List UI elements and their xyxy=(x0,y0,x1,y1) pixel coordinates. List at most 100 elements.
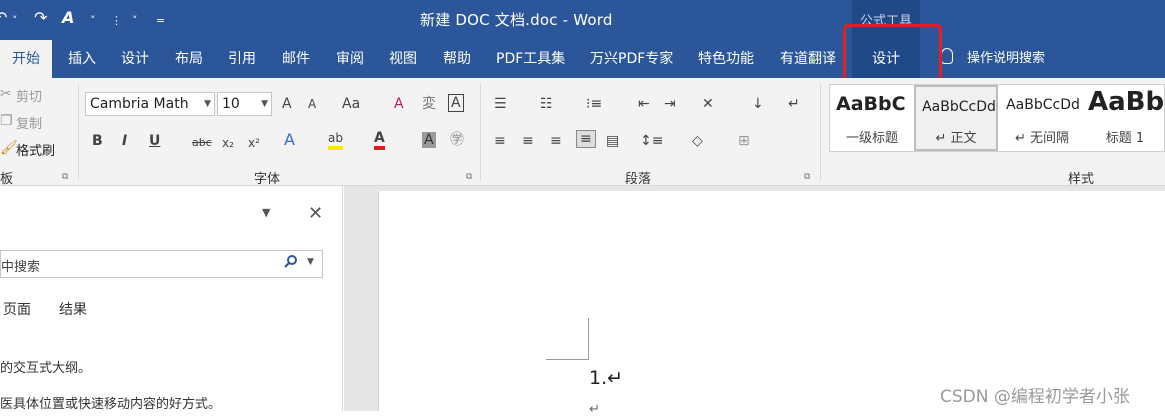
format-painter-button[interactable]: 格式刷 xyxy=(16,140,55,159)
underline-button[interactable]: U xyxy=(149,133,160,149)
char-border-icon[interactable]: A xyxy=(448,94,464,112)
close-icon[interactable]: ✕ xyxy=(308,203,323,224)
tab-view[interactable]: 视图 xyxy=(383,40,423,78)
style-name: ↵ 无间隔 xyxy=(1014,131,1070,146)
font-color-icon[interactable]: A xyxy=(374,130,385,150)
style-sample: AaBbC xyxy=(836,93,906,115)
italic-button[interactable]: I xyxy=(122,133,127,149)
tell-me-search[interactable]: 操作说明搜索 xyxy=(961,40,1051,78)
multilevel-list-icon[interactable]: ⁝≡ xyxy=(586,96,602,112)
styles-group-label: 样式 xyxy=(1068,172,1095,187)
style-normal[interactable]: AaBbCcDd ↵ 正文 xyxy=(914,85,998,151)
style-heading-level1[interactable]: AaBbC 一级标题 xyxy=(830,85,914,151)
bold-button[interactable]: B xyxy=(92,133,103,149)
distribute-icon[interactable]: ▤ xyxy=(606,133,619,149)
list-item[interactable]: 1.↵ xyxy=(589,367,623,389)
nav-search-box[interactable]: 中搜索 ▼ xyxy=(0,250,323,278)
tab-pages[interactable]: 页面 xyxy=(3,299,31,319)
style-no-spacing[interactable]: AaBbCcDd ↵ 无间隔 xyxy=(1000,85,1084,151)
custom-qa-icon[interactable]: ⋮ xyxy=(111,11,122,31)
clipboard-launcher-icon[interactable]: ⧉ xyxy=(62,172,68,182)
highlight-color-icon[interactable]: ab xyxy=(328,130,343,150)
custom-dropdown-icon[interactable]: ˅ xyxy=(132,11,138,31)
copy-button[interactable]: 复制 xyxy=(16,113,42,132)
undo-icon[interactable]: ↶ xyxy=(0,8,7,28)
redo-icon[interactable]: ↷ xyxy=(34,8,47,28)
tab-results[interactable]: 结果 xyxy=(59,299,87,319)
tab-review[interactable]: 审阅 xyxy=(330,40,370,78)
style-name: 标题 1 xyxy=(1105,131,1145,146)
format-dropdown-icon[interactable]: ˅ xyxy=(90,11,96,31)
format-painter-icon[interactable]: A xyxy=(62,8,74,28)
scissors-icon: ✂ xyxy=(0,86,12,102)
paragraph-mark: ↵ xyxy=(589,402,600,417)
font-launcher-icon[interactable]: ⧉ xyxy=(466,172,472,182)
tab-insert[interactable]: 插入 xyxy=(62,40,102,78)
tab-references[interactable]: 引用 xyxy=(222,40,262,78)
char-shading-icon[interactable]: A xyxy=(422,132,436,148)
superscript-button[interactable]: x² xyxy=(248,135,260,151)
customize-qa-icon[interactable]: = xyxy=(156,11,165,31)
decrease-indent-icon[interactable]: ⇤ xyxy=(638,96,650,112)
tab-special-features[interactable]: 特色功能 xyxy=(692,40,760,78)
align-left-icon[interactable]: ≡ xyxy=(494,133,506,149)
style-name: ↵ 正文 xyxy=(935,131,977,146)
style-sample: AaBbCcDd xyxy=(1006,97,1080,113)
shading-icon[interactable]: ◇ xyxy=(692,133,703,149)
document-page[interactable] xyxy=(378,191,1165,411)
sort-icon[interactable]: ↓ xyxy=(752,96,764,112)
tab-youdao-translate[interactable]: 有道翻译 xyxy=(774,40,842,78)
phonetic-guide-icon[interactable]: 変 xyxy=(422,96,436,112)
chevron-down-icon: ▼ xyxy=(204,99,211,109)
borders-icon[interactable]: ⊞ xyxy=(738,133,750,149)
chinese-layout-icon[interactable]: ✕ xyxy=(702,96,714,112)
undo-dropdown-icon[interactable]: ˅ xyxy=(12,11,18,31)
font-size-combo[interactable]: 10 ▼ xyxy=(217,92,272,116)
styles-gallery: AaBbC 一级标题 AaBbCcDd ↵ 正文 AaBbCcDd ↵ 无间隔 … xyxy=(829,84,1165,152)
align-right-icon[interactable]: ≡ xyxy=(550,133,562,149)
lightbulb-icon xyxy=(941,48,953,64)
tab-wondershare-pdf[interactable]: 万兴PDF专家 xyxy=(584,40,679,78)
ribbon: ✂ 剪切 ❐ 复制 🖌 格式刷 板 ⧉ Cambria Math ▼ 10 ▼ … xyxy=(0,78,1165,187)
align-center-icon[interactable]: ≡ xyxy=(522,133,534,149)
tab-pdf-tools[interactable]: PDF工具集 xyxy=(490,40,571,78)
font-name-value: Cambria Math xyxy=(90,96,189,112)
bullets-icon[interactable]: ☰ xyxy=(494,96,507,112)
paragraph-group-label: 段落 xyxy=(625,172,652,187)
chevron-down-icon: ▼ xyxy=(261,99,268,109)
justify-icon[interactable]: ≡ xyxy=(576,130,596,148)
cut-button[interactable]: 剪切 xyxy=(16,86,42,105)
font-name-combo[interactable]: Cambria Math ▼ xyxy=(85,92,215,116)
tab-home[interactable]: 开始 xyxy=(0,40,52,78)
tab-design[interactable]: 设计 xyxy=(115,40,155,78)
tab-mailings[interactable]: 邮件 xyxy=(276,40,316,78)
strikethrough-button[interactable]: abc xyxy=(192,135,212,151)
font-size-value: 10 xyxy=(222,96,240,112)
highlight-box xyxy=(843,24,942,86)
text-effects-icon[interactable]: A xyxy=(284,132,295,148)
show-marks-icon[interactable]: ↵ xyxy=(788,96,800,112)
tab-layout[interactable]: 布局 xyxy=(169,40,209,78)
clear-format-icon[interactable]: A xyxy=(394,96,404,112)
shrink-font-icon[interactable]: A xyxy=(308,96,316,112)
paragraph-launcher-icon[interactable]: ⧉ xyxy=(804,172,810,182)
style-heading1[interactable]: AaBb 标题 1 xyxy=(1084,85,1165,151)
subscript-button[interactable]: x₂ xyxy=(222,135,234,151)
tab-help[interactable]: 帮助 xyxy=(437,40,477,78)
watermark: CSDN @编程初学者小张 xyxy=(940,387,1130,407)
increase-indent-icon[interactable]: ⇥ xyxy=(664,96,676,112)
chevron-down-icon[interactable]: ▼ xyxy=(307,257,314,267)
window-title: 新建 DOC 文档.doc - Word xyxy=(420,11,613,29)
numbering-icon[interactable]: ☷ xyxy=(540,96,553,112)
pane-options-icon[interactable]: ▼ xyxy=(262,206,270,219)
grow-font-icon[interactable]: A xyxy=(282,96,292,112)
title-bar: ↶ ˅ ↷ A ˅ ⋮ ˅ = 新建 DOC 文档.doc - Word xyxy=(0,0,1165,40)
group-separator xyxy=(480,84,481,180)
copy-icon: ❐ xyxy=(0,113,13,129)
change-case-icon[interactable]: Aa xyxy=(342,96,360,112)
navigation-pane xyxy=(0,186,343,411)
line-spacing-icon[interactable]: ↕≡ xyxy=(640,133,663,149)
search-icon[interactable] xyxy=(284,254,298,268)
enclose-chars-icon[interactable]: ㊫ xyxy=(450,132,464,148)
search-input[interactable]: 中搜索 xyxy=(1,256,40,275)
